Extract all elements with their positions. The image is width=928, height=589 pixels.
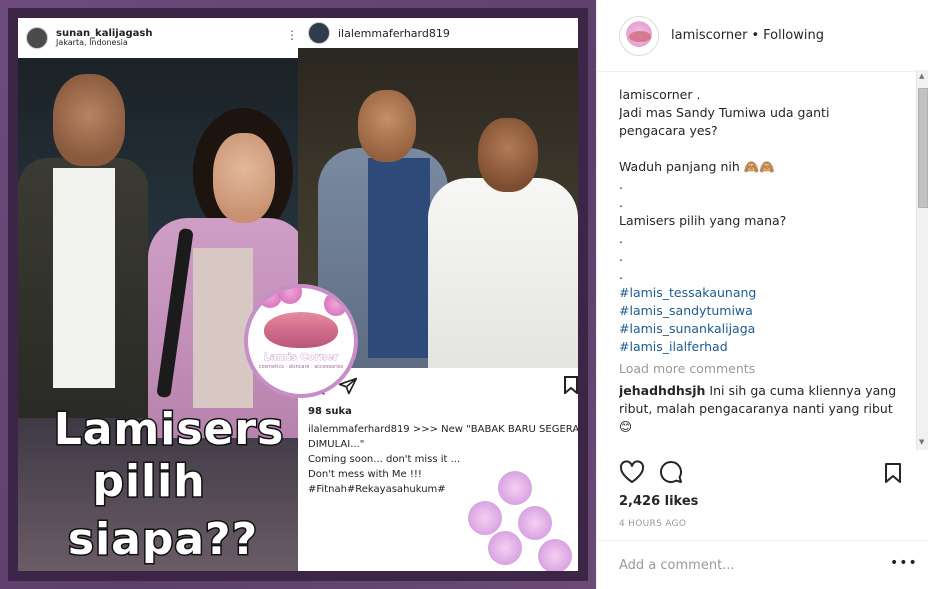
overlay-text-line: pilih [91,455,206,509]
media-frame: sunan_kalijagash Jakarta, Indonesia ⋮ La… [8,8,588,581]
person-shape [53,74,125,166]
avatar [26,27,48,49]
scroll-up-arrow-icon[interactable]: ▲ [919,72,927,82]
post-header: lamiscorner • Following [597,0,928,72]
comment-username[interactable]: jehadhdhsjh [619,383,705,398]
bookmark-icon[interactable] [884,462,902,484]
avatar[interactable] [619,15,659,56]
overlay-text-line: siapa?? [66,513,259,567]
add-comment-input[interactable]: Add a comment... [619,558,735,573]
likes-count[interactable]: 2,426 likes [619,494,698,509]
caption-username[interactable]: lamiscorner . [619,86,909,104]
heart-icon[interactable] [619,460,645,484]
caption-line: . [619,195,623,210]
scroll-down-arrow-icon[interactable]: ▼ [919,438,927,448]
bookmark-icon [564,376,578,394]
instagram-post-view: sunan_kalijagash Jakarta, Indonesia ⋮ La… [0,0,928,589]
embedded-caption-line: ilalemmaferhard819 >>> New "BABAK BARU S… [308,424,580,435]
hashtag-link[interactable]: #lamis_sandytumiwa [619,302,909,320]
person-shape [358,90,416,162]
embedded-post-header: sunan_kalijagash Jakarta, Indonesia ⋮ [18,18,308,58]
hashtag-link[interactable]: #lamis_sunankalijaga [619,320,909,338]
hashtag-link[interactable]: #lamis_tessakaunang [619,284,909,302]
post-author-username[interactable]: lamiscorner [671,28,747,43]
person-shape [478,118,538,192]
embedded-username: ilalemmaferhard819 [338,26,450,40]
caption-line: . [619,249,623,264]
more-options-icon[interactable]: ••• [890,555,918,571]
person-shape [368,158,430,358]
lips-logo-icon [264,312,338,348]
comments-scrollbar[interactable]: ▲ ▼ [916,70,928,450]
post-timestamp[interactable]: 4 HOURS AGO [619,519,686,529]
more-vertical-icon: ⋮ [286,28,298,42]
embedded-caption-line: DIMULAI..." [308,439,365,450]
post-media[interactable]: sunan_kalijagash Jakarta, Indonesia ⋮ La… [0,0,596,589]
hashtag-link[interactable]: #lamis_ilalferhad [619,338,909,356]
comment-bubble-icon[interactable] [659,460,683,484]
logo-name: Lamis Corner [263,352,339,364]
person-shape [193,248,253,408]
caption-line: Jadi mas Sandy Tumiwa uda ganti [619,105,830,120]
embedded-location: Jakarta, Indonesia [56,38,128,48]
embedded-post-header: ilalemmaferhard819 [298,18,578,48]
avatar [308,22,330,44]
caption-line: . [619,267,623,282]
post-actions [619,460,683,484]
embedded-likes: 98 suka [308,406,352,417]
brand-logo: Lamis Corner cosmetics · skincare · acce… [244,284,358,398]
scrollbar-thumb[interactable] [918,88,928,208]
following-button[interactable]: Following [763,28,824,43]
divider [596,540,928,541]
comment-item: jehadhdhsjh Ini sih ga cuma kliennya yan… [619,382,909,436]
caption-line: . [619,177,623,192]
caption-line [619,140,909,158]
load-more-comments-link[interactable]: Load more comments [619,360,909,378]
caption-line: Waduh panjang nih 🙈🙈 [619,159,775,174]
header-separator: • [751,28,760,43]
caption-line: Lamisers pilih yang mana? [619,213,787,228]
person-shape [53,168,115,388]
person-shape [428,178,578,368]
overlay-text-line: Lamisers [52,403,285,457]
logo-tagline: cosmetics · skincare · accessories [258,364,344,370]
person-shape [213,133,275,223]
caption-line: pengacara yes? [619,123,718,138]
caption-line: . [619,231,623,246]
flower-decoration [458,461,578,571]
comments-list[interactable]: lamiscorner . Jadi mas Sandy Tumiwa uda … [619,86,909,448]
